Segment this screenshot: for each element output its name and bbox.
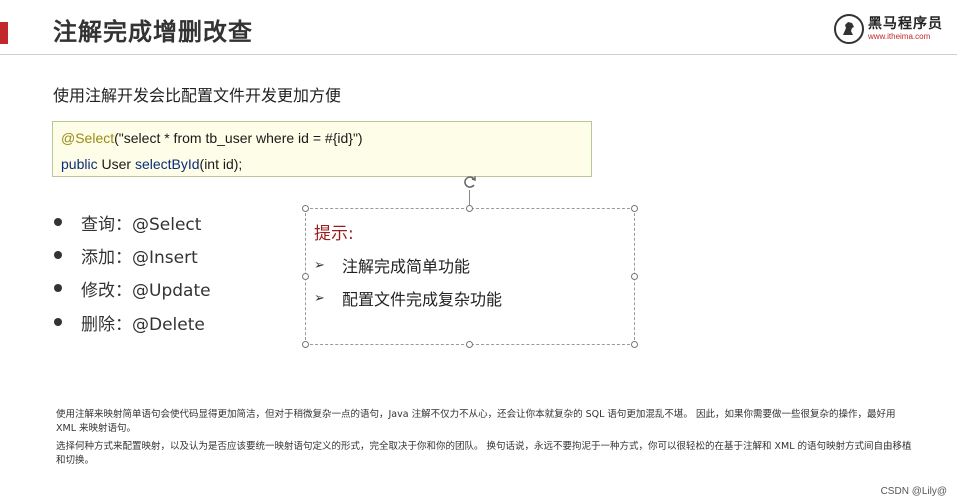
horse-logo-icon <box>834 14 864 44</box>
rotate-handle-icon[interactable] <box>462 174 478 190</box>
code-annotation: @Select <box>61 130 115 146</box>
resize-handle-bottom-right[interactable] <box>631 341 638 348</box>
resize-handle-top-right[interactable] <box>631 205 638 212</box>
watermark: CSDN @Lily@ <box>880 486 947 497</box>
bullet-dot-icon <box>54 218 62 226</box>
bullet-dot-icon <box>54 251 62 259</box>
hint-item-text: 配置文件完成复杂功能 <box>342 290 503 309</box>
bullet-text: 查询：@Select <box>81 214 202 235</box>
code-params: (int id); <box>199 156 243 172</box>
resize-handle-bottom-left[interactable] <box>302 341 309 348</box>
rotate-stem <box>469 190 470 206</box>
arrow-bullet-icon: ➢ <box>314 257 325 273</box>
bullet-dot-icon <box>54 284 62 292</box>
logo-url: www.itheima.com <box>868 32 931 41</box>
list-item: 添加：@Insert <box>50 243 198 268</box>
speaker-notes: 使用注解来映射简单语句会使代码显得更加简洁，但对于稍微复杂一点的语句，Java … <box>56 408 914 472</box>
slide-title: 注解完成增删改查 <box>53 18 253 46</box>
list-item: 查询：@Select <box>50 210 202 235</box>
accent-bar <box>0 22 8 44</box>
code-annotation-arg: ("select * from tb_user where id = #{id}… <box>114 130 363 146</box>
header-divider <box>0 54 957 55</box>
code-keyword: public <box>61 156 98 172</box>
resize-handle-top[interactable] <box>466 205 473 212</box>
note-paragraph: 使用注解来映射简单语句会使代码显得更加简洁，但对于稍微复杂一点的语句，Java … <box>56 409 896 434</box>
resize-handle-bottom[interactable] <box>466 341 473 348</box>
arrow-bullet-icon: ➢ <box>314 290 325 306</box>
code-method: selectById <box>134 156 200 172</box>
hint-text-box[interactable]: 提示: ➢ 注解完成简单功能 ➢ 配置文件完成复杂功能 <box>305 208 635 345</box>
hint-item: ➢ 注解完成简单功能 <box>314 253 470 277</box>
code-line-1: @Select("select * from tb_user where id … <box>61 130 363 146</box>
slide-subtitle: 使用注解开发会比配置文件开发更加方便 <box>53 86 342 105</box>
brand-logo: 黑马程序员 www.itheima.com <box>834 13 943 45</box>
hint-title: 提示: <box>314 224 354 244</box>
list-item: 删除：@Delete <box>50 310 205 335</box>
bullet-text: 修改：@Update <box>81 280 211 301</box>
bullet-text: 添加：@Insert <box>81 247 198 268</box>
logo-name: 黑马程序员 <box>868 16 943 32</box>
list-item: 修改：@Update <box>50 276 211 301</box>
bullet-text: 删除：@Delete <box>81 314 205 335</box>
code-type: User <box>97 156 135 172</box>
hint-item-text: 注解完成简单功能 <box>342 257 471 276</box>
code-line-2: public User selectById(int id); <box>61 156 242 172</box>
note-paragraph: 选择何种方式来配置映射，以及认为是否应该要统一映射语句定义的形式，完全取决于你和… <box>56 441 912 466</box>
slide: 注解完成增删改查 黑马程序员 www.itheima.com 使用注解开发会比配… <box>0 0 957 503</box>
code-block[interactable]: @Select("select * from tb_user where id … <box>52 121 592 177</box>
bullet-dot-icon <box>54 318 62 326</box>
resize-handle-top-left[interactable] <box>302 205 309 212</box>
slide-header: 注解完成增删改查 黑马程序员 www.itheima.com <box>0 0 957 54</box>
resize-handle-right[interactable] <box>631 273 638 280</box>
hint-item: ➢ 配置文件完成复杂功能 <box>314 286 502 310</box>
resize-handle-left[interactable] <box>302 273 309 280</box>
